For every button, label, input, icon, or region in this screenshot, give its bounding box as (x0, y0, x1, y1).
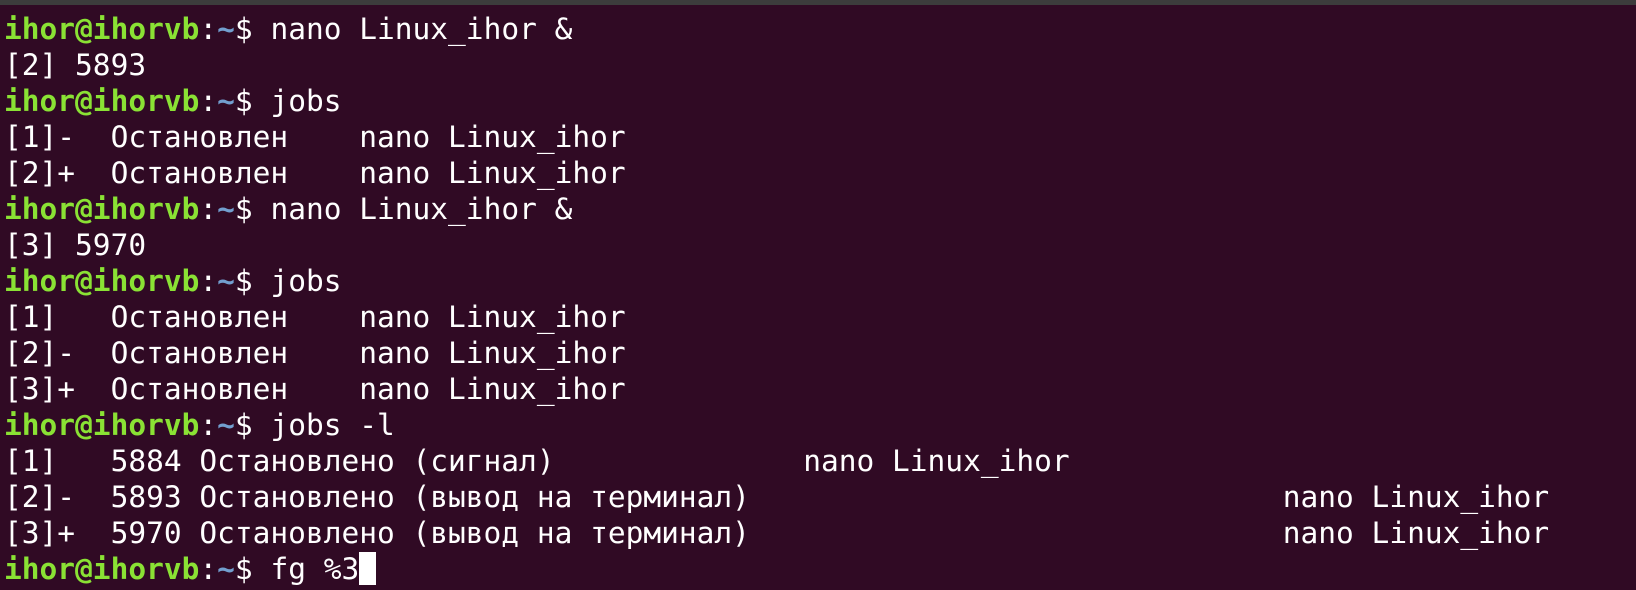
output-line: [2]- 5893 Остановлено (вывод на терминал… (4, 480, 1550, 514)
prompt-path: ~ (217, 12, 235, 46)
output-line: [1] Остановлен nano Linux_ihor (4, 300, 626, 334)
prompt-colon: : (199, 12, 218, 46)
prompt-path: ~ (217, 408, 235, 442)
prompt-path: ~ (217, 84, 235, 118)
output-line: [2] 5893 (4, 48, 147, 82)
command-text: jobs (270, 264, 342, 298)
prompt-user-host: ihor@ihorvb (4, 84, 200, 118)
output-line: [3]+ Остановлен nano Linux_ihor (4, 372, 626, 406)
prompt-dollar: $ (234, 12, 271, 46)
prompt-dollar: $ (234, 192, 271, 226)
command-text: nano Linux_ihor & (270, 12, 573, 46)
prompt-colon: : (199, 192, 218, 226)
command-text: jobs -l (270, 408, 395, 442)
active-prompt-line[interactable]: ihor@ihorvb:~$ fg %3 (4, 551, 1636, 587)
prompt-user-host: ihor@ihorvb (4, 264, 200, 298)
prompt-colon: : (199, 552, 218, 586)
output-line: [3]+ 5970 Остановлено (вывод на терминал… (4, 516, 1550, 550)
prompt-colon: : (199, 408, 218, 442)
prompt-user-host: ihor@ihorvb (4, 192, 200, 226)
output-line: [3] 5970 (4, 228, 147, 262)
prompt-user-host: ihor@ihorvb (4, 408, 200, 442)
prompt-line: ihor@ihorvb:~$ jobs (4, 263, 1636, 299)
command-input[interactable]: fg %3 (270, 552, 359, 586)
prompt-dollar: $ (234, 408, 271, 442)
prompt-line: ihor@ihorvb:~$ jobs -l (4, 407, 1636, 443)
prompt-path: ~ (217, 264, 235, 298)
prompt-line: ihor@ihorvb:~$ nano Linux_ihor & (4, 11, 1636, 47)
prompt-user-host: ihor@ihorvb (4, 12, 200, 46)
output-line: [2]+ Остановлен nano Linux_ihor (4, 156, 626, 190)
prompt-dollar: $ (234, 84, 271, 118)
command-text: jobs (270, 84, 342, 118)
prompt-dollar: $ (234, 552, 271, 586)
prompt-colon: : (199, 84, 218, 118)
prompt-path: ~ (217, 552, 235, 586)
output-line: [1] 5884 Остановлено (сигнал) nano Linux… (4, 444, 1070, 478)
prompt-path: ~ (217, 192, 235, 226)
prompt-colon: : (199, 264, 218, 298)
prompt-line: ihor@ihorvb:~$ jobs (4, 83, 1636, 119)
command-text: nano Linux_ihor & (270, 192, 573, 226)
prompt-dollar: $ (234, 264, 271, 298)
prompt-user-host: ihor@ihorvb (4, 552, 200, 586)
terminal-window[interactable]: ihor@ihorvb:~$ nano Linux_ihor & [2] 589… (0, 0, 1636, 590)
text-cursor (359, 552, 377, 585)
output-line: [2]- Остановлен nano Linux_ihor (4, 336, 626, 370)
prompt-line: ihor@ihorvb:~$ nano Linux_ihor & (4, 191, 1636, 227)
output-line: [1]- Остановлен nano Linux_ihor (4, 120, 626, 154)
